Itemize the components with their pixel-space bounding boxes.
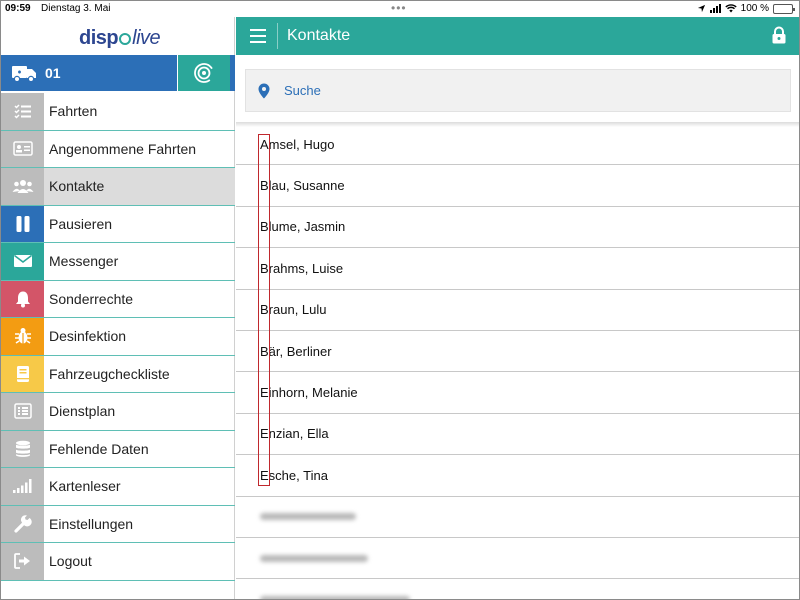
blurred-name	[260, 595, 410, 599]
multitasking-dots-icon[interactable]: •••	[391, 1, 407, 15]
menu-icon-bg	[1, 205, 44, 242]
sidebar-item-fehlende-daten[interactable]: Fehlende Daten	[1, 430, 235, 468]
wrench-icon	[13, 514, 32, 533]
sidebar: disp live 01 Fahrten Angenommene Fahrten…	[1, 17, 235, 599]
list-item[interactable]: Braun, Lulu	[236, 290, 799, 331]
cellular-signal-icon	[709, 4, 721, 13]
sidebar-item-label: Fahrzeugcheckliste	[49, 365, 170, 382]
top-bar-divider	[277, 23, 278, 49]
ambulance-icon	[12, 66, 36, 83]
contacts-list: Amsel, Hugo Blau, Susanne Blume, Jasmin …	[236, 124, 799, 599]
radio-broadcast-button[interactable]	[178, 55, 230, 91]
sidebar-item-label: Angenommene Fahrten	[49, 140, 197, 157]
list-item[interactable]: Blume, Jasmin	[236, 207, 799, 249]
sidebar-item-sonderrechte[interactable]: Sonderrechte	[1, 280, 235, 318]
sidebar-item-label: Fehlende Daten	[49, 440, 149, 457]
bug-icon	[14, 328, 31, 345]
hamburger-menu-icon[interactable]	[250, 29, 266, 43]
status-time: 09:59	[5, 3, 31, 14]
page-title: Kontakte	[287, 27, 351, 44]
broadcast-icon	[194, 63, 214, 83]
logo-ring-icon	[119, 33, 132, 45]
logout-icon	[13, 553, 30, 570]
sidebar-item-label: Sonderrechte	[49, 290, 134, 307]
logo-text-live: live	[132, 27, 161, 49]
list-icon	[13, 104, 31, 119]
sidebar-item-kontakte[interactable]: Kontakte	[1, 168, 235, 206]
sidebar-menu: Fahrten Angenommene Fahrten Kontakte Pau…	[1, 93, 235, 581]
pause-icon	[16, 215, 29, 232]
menu-icon-bg	[1, 430, 44, 467]
list-item[interactable]: Einhorn, Melanie	[236, 372, 799, 414]
list-item-blurred[interactable]	[236, 538, 799, 580]
battery-icon	[773, 3, 795, 14]
menu-icon-bg	[1, 168, 44, 205]
battery-percent: 100 %	[740, 3, 769, 14]
list-item[interactable]: Esche, Tina	[236, 455, 799, 497]
menu-icon-bg	[1, 355, 44, 392]
dispolive-logo: disp live	[79, 27, 161, 50]
sidebar-item-logout[interactable]: Logout	[1, 543, 235, 581]
app-frame: 09:59 Dienstag 3. Mai ••• 100 % disp live…	[0, 0, 800, 600]
menu-icon-bg	[1, 505, 44, 542]
menu-icon-bg	[1, 243, 44, 280]
list-item-blurred[interactable]	[236, 579, 799, 599]
sidebar-item-label: Desinfektion	[49, 328, 127, 345]
list-item[interactable]: Bär, Berliner	[236, 331, 799, 373]
sidebar-item-pausieren[interactable]: Pausieren	[1, 205, 235, 243]
database-icon	[15, 440, 30, 457]
menu-icon-bg	[1, 468, 44, 505]
vehicle-number: 01	[45, 65, 61, 81]
sidebar-item-label: Kontakte	[44, 168, 235, 205]
blurred-name	[260, 554, 368, 562]
blurred-name	[260, 513, 356, 521]
menu-icon-bg	[1, 393, 44, 430]
sidebar-item-label: Pausieren	[49, 215, 113, 232]
menu-icon-bg	[1, 130, 44, 167]
sidebar-item-angenommene-fahrten[interactable]: Angenommene Fahrten	[1, 130, 235, 168]
sidebar-item-label: Kartenleser	[49, 478, 121, 495]
sidebar-item-desinfektion[interactable]: Desinfektion	[1, 318, 235, 356]
lock-icon[interactable]	[771, 26, 787, 44]
menu-icon-bg	[1, 93, 44, 130]
menu-icon-bg	[1, 318, 44, 355]
sidebar-item-label: Messenger	[49, 253, 119, 270]
vehicle-bar-edge	[230, 55, 235, 91]
sidebar-item-label: Fahrten	[49, 103, 98, 120]
search-placeholder: Suche	[284, 83, 321, 98]
search-input[interactable]: Suche	[245, 69, 791, 112]
list-item-blurred[interactable]	[236, 497, 799, 538]
list-item[interactable]: Amsel, Hugo	[236, 124, 799, 166]
location-pin-icon	[258, 83, 270, 98]
status-indicators: 100 %	[697, 3, 795, 14]
schedule-icon	[13, 403, 32, 419]
list-item[interactable]: Blau, Susanne	[236, 165, 799, 207]
sidebar-item-fahrten[interactable]: Fahrten	[1, 93, 235, 131]
users-icon	[12, 179, 33, 193]
envelope-icon	[13, 255, 32, 268]
signal-bars-icon	[12, 479, 31, 494]
sidebar-item-einstellungen[interactable]: Einstellungen	[1, 505, 235, 543]
bell-icon	[15, 291, 30, 308]
sidebar-item-label: Dienstplan	[49, 403, 116, 420]
location-arrow-icon	[697, 4, 705, 13]
book-icon	[16, 365, 29, 382]
vehicle-selector[interactable]: 01	[1, 55, 177, 91]
logo-text-disp: disp	[79, 27, 119, 49]
list-item[interactable]: Enzian, Ella	[236, 414, 799, 456]
sidebar-item-label: Logout	[49, 553, 92, 570]
wifi-icon	[724, 4, 737, 13]
menu-icon-bg	[1, 543, 44, 580]
list-item[interactable]: Brahms, Luise	[236, 248, 799, 290]
sidebar-item-kartenleser[interactable]: Kartenleser	[1, 468, 235, 506]
id-card-icon	[12, 141, 33, 156]
sidebar-item-messenger[interactable]: Messenger	[1, 243, 235, 281]
status-date: Dienstag 3. Mai	[41, 3, 111, 14]
sidebar-item-dienstplan[interactable]: Dienstplan	[1, 393, 235, 431]
sidebar-item-label: Einstellungen	[49, 515, 134, 532]
menu-icon-bg	[1, 280, 44, 317]
sidebar-item-fahrzeugcheckliste[interactable]: Fahrzeugcheckliste	[1, 355, 235, 393]
top-bar: Kontakte	[236, 17, 799, 55]
status-bar: 09:59 Dienstag 3. Mai ••• 100 %	[1, 1, 799, 17]
